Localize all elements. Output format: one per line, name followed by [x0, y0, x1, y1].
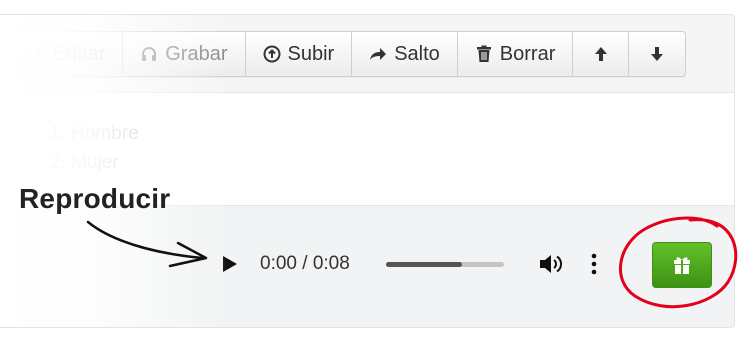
- upload-button-label: Subir: [287, 42, 335, 65]
- more-vertical-icon: [591, 253, 597, 275]
- annotation-label: Reproducir: [19, 183, 171, 214]
- progress-slider[interactable]: [386, 261, 504, 267]
- arrow-down-icon: [651, 47, 664, 61]
- edit-button-label: Editar: [53, 42, 106, 65]
- playback-time: 0:00 / 0:08: [260, 253, 350, 274]
- skip-button[interactable]: Salto: [352, 32, 458, 76]
- toolbar-area: Editar Grabar Subir Salto Borrar: [0, 15, 734, 93]
- more-options-button[interactable]: [584, 249, 604, 279]
- headset-icon: [142, 47, 157, 61]
- progress-fill: [386, 261, 462, 267]
- option-mujer: 2. Mujer: [50, 152, 119, 173]
- edit-button[interactable]: Editar: [11, 32, 124, 76]
- audio-player: 0:00 / 0:08: [210, 242, 615, 286]
- delete-button[interactable]: Borrar: [458, 32, 574, 76]
- move-up-button[interactable]: [573, 32, 630, 76]
- arrow-up-icon: [594, 47, 607, 61]
- upload-button[interactable]: Subir: [246, 32, 353, 76]
- trash-icon: [476, 45, 491, 62]
- toolbar-button-group: Editar Grabar Subir Salto Borrar: [10, 31, 687, 77]
- upload-circle-icon: [263, 45, 280, 63]
- delete-button-label: Borrar: [499, 42, 556, 65]
- skip-button-label: Salto: [394, 42, 440, 65]
- volume-icon: [540, 255, 563, 273]
- play-icon: [223, 256, 237, 272]
- option-hombre: 1. Hombre: [50, 123, 139, 144]
- move-down-button[interactable]: [629, 32, 685, 76]
- gift-button[interactable]: [652, 242, 712, 288]
- answer-options: 1. Hombre 2. Mujer: [50, 119, 139, 177]
- record-button-label: Grabar: [165, 42, 228, 65]
- record-button[interactable]: Grabar: [123, 32, 246, 76]
- play-button[interactable]: [210, 244, 250, 284]
- share-arrow-icon: [370, 48, 387, 60]
- question-card: Editar Grabar Subir Salto Borrar 1. Homb…: [0, 14, 735, 328]
- volume-button[interactable]: [536, 249, 566, 279]
- gift-icon: [674, 257, 690, 274]
- pencil-icon: [30, 48, 43, 61]
- audio-player-bar: 0:00 / 0:08: [0, 205, 734, 327]
